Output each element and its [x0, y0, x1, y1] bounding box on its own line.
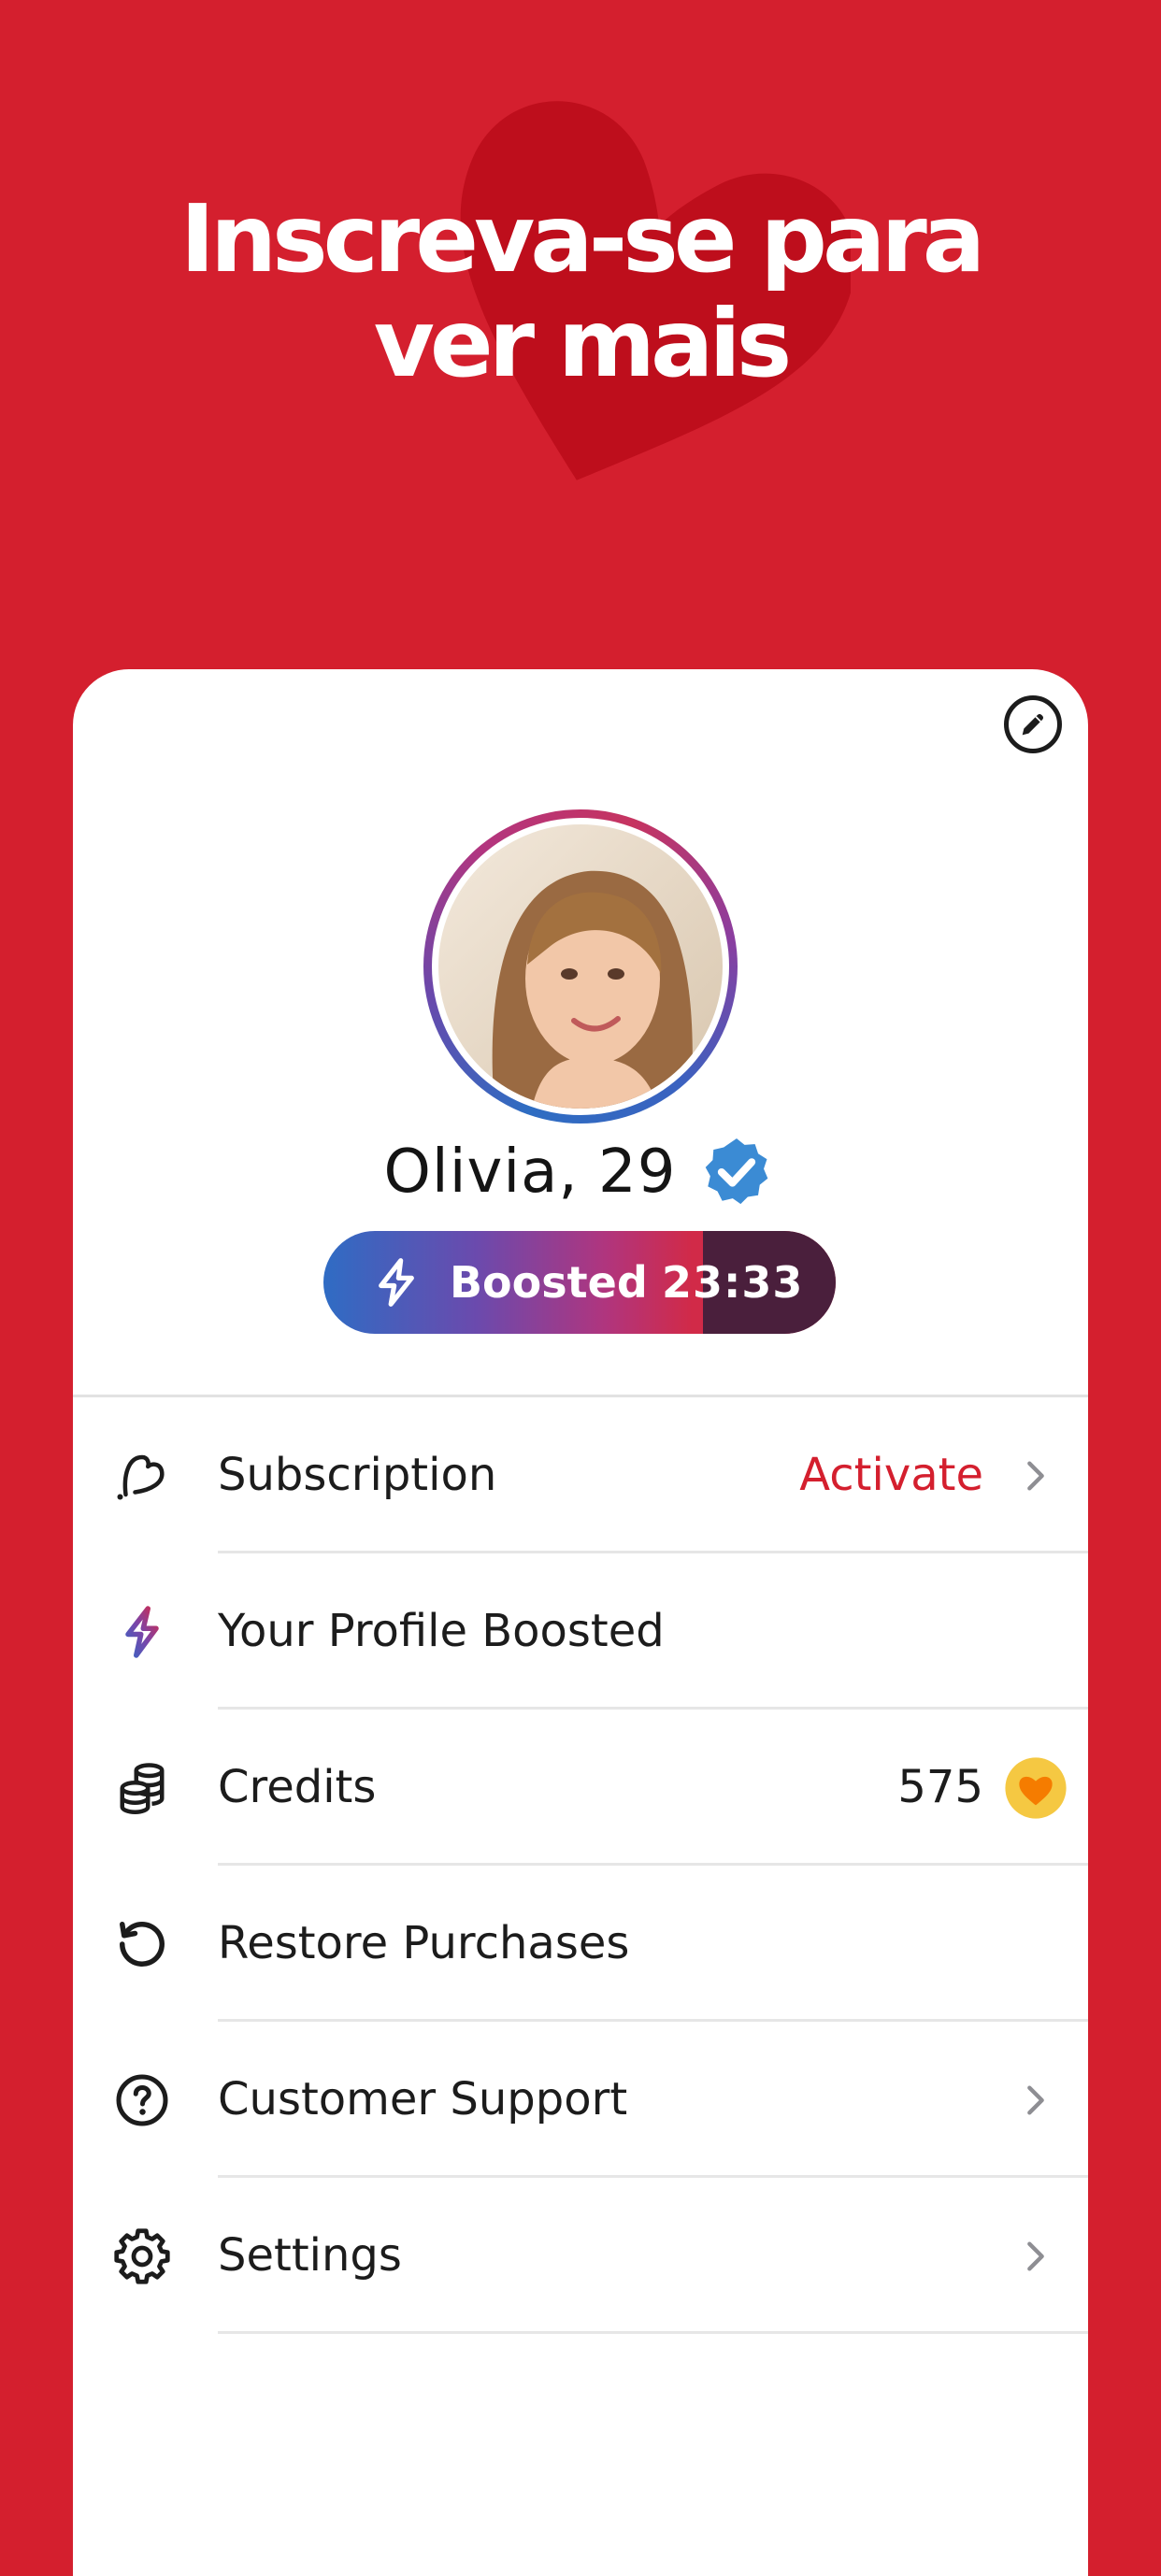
boost-label: Boosted — [450, 1257, 648, 1308]
menu-item-label: Credits — [218, 1761, 377, 1813]
menu-item-credits[interactable]: Credits 575 — [73, 1710, 1088, 1866]
menu-item-label: Your Profile Boosted — [218, 1605, 665, 1657]
row-divider — [218, 2331, 1088, 2334]
boost-timer: 23:33 — [662, 1257, 804, 1308]
page-headline: Inscreva-se para ver mais — [0, 187, 1161, 396]
menu-item-label: Subscription — [218, 1449, 497, 1501]
menu-item-label: Customer Support — [218, 2073, 628, 2125]
headline-line-2: ver mais — [373, 289, 793, 398]
chevron-right-icon — [1027, 2085, 1044, 2115]
menu-item-customer-support[interactable]: Customer Support — [73, 2022, 1088, 2178]
chevron-right-icon — [1027, 1461, 1044, 1491]
menu-item-settings[interactable]: Settings — [73, 2178, 1088, 2334]
help-circle-icon — [116, 2074, 168, 2126]
subscription-status-value[interactable]: Activate — [799, 1397, 983, 1553]
heart-coin-icon — [1005, 1757, 1067, 1819]
edit-profile-button[interactable] — [1004, 695, 1062, 753]
profile-name-row: Olivia, 29 — [73, 1127, 1088, 1217]
menu-item-profile-boosted[interactable]: Your Profile Boosted — [73, 1553, 1088, 1710]
heart-outline-icon — [117, 1454, 165, 1500]
profile-card: Olivia, 29 Boosted 23:33 Subscription Ac… — [73, 669, 1088, 2576]
menu-item-restore-purchases[interactable]: Restore Purchases — [73, 1866, 1088, 2022]
profile-photo — [438, 824, 723, 1109]
menu-item-label: Restore Purchases — [218, 1917, 630, 1969]
credits-balance: 575 — [897, 1761, 983, 1813]
gear-icon — [114, 2228, 170, 2284]
restore-icon — [120, 1922, 165, 1967]
chevron-right-icon — [1027, 2241, 1044, 2271]
menu-item-subscription[interactable]: Subscription Activate — [73, 1397, 1088, 1553]
menu-item-label: Settings — [218, 2229, 402, 2282]
headline-line-1: Inscreva-se para — [179, 184, 986, 293]
pencil-icon — [1022, 713, 1044, 736]
lightning-icon — [125, 1606, 159, 1658]
avatar[interactable] — [423, 809, 738, 1123]
profile-name: Olivia, 29 — [383, 1138, 677, 1207]
boost-status-pill[interactable]: Boosted 23:33 — [323, 1231, 836, 1334]
verified-badge-icon — [702, 1135, 772, 1208]
lightning-icon — [379, 1258, 414, 1307]
coins-icon — [120, 1763, 165, 1815]
